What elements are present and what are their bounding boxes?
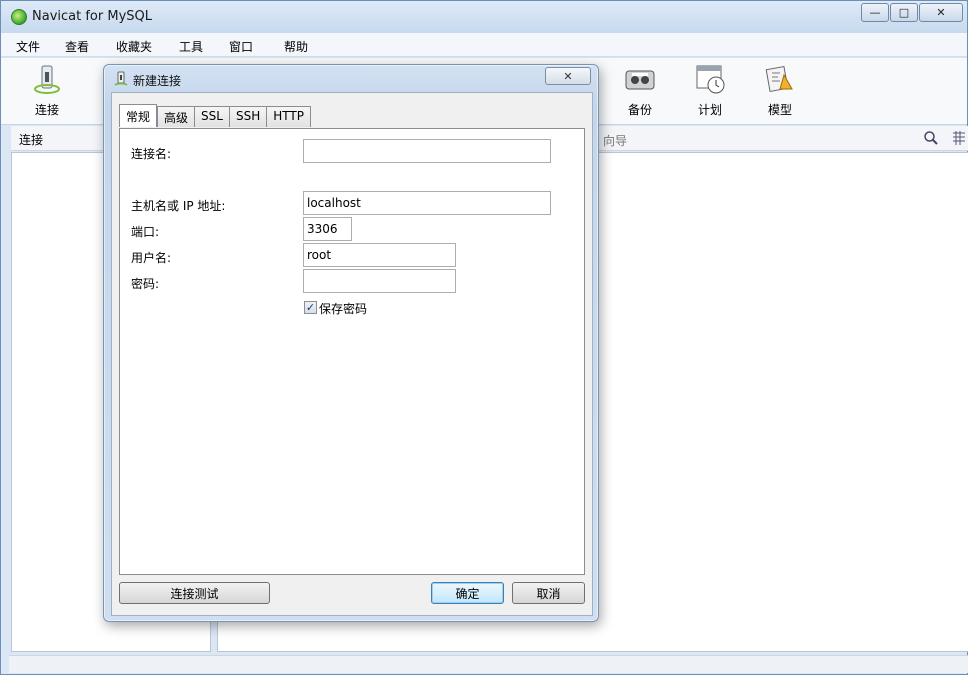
model-tool-label: 模型 xyxy=(767,103,792,117)
checkmark-icon: ✓ xyxy=(305,301,316,314)
menu-favorites[interactable]: 收藏夹 xyxy=(116,38,152,55)
password-label: 密码: xyxy=(131,277,160,291)
new-connection-dialog: 新建连接 ✕ 常规 高级 SSL SSH HTTP 连接名: 主机名或 IP 地… xyxy=(103,64,599,622)
save-password-label: 保存密码 xyxy=(319,302,368,316)
menu-tools[interactable]: 工具 xyxy=(179,38,203,55)
title-bar: Navicat for MySQL — □ ✕ xyxy=(1,1,967,33)
host-input[interactable] xyxy=(303,191,551,215)
connection-name-input[interactable] xyxy=(303,139,551,163)
tab-advanced[interactable]: 高级 xyxy=(157,106,195,127)
menu-help[interactable]: 帮助 xyxy=(284,38,308,55)
connect-tool-button[interactable]: 连接 xyxy=(22,63,72,118)
tab-general[interactable]: 常规 xyxy=(119,104,158,127)
window-title: Navicat for MySQL xyxy=(32,9,152,24)
connections-header-label: 连接 xyxy=(19,133,44,147)
schedule-tool-label: 计划 xyxy=(697,103,722,117)
tab-http[interactable]: HTTP xyxy=(266,106,311,127)
ok-button[interactable]: 确定 xyxy=(431,582,504,604)
schedule-tool-button[interactable]: 计划 xyxy=(685,63,735,118)
port-label: 端口: xyxy=(131,225,160,239)
connection-icon xyxy=(113,71,129,87)
connection-name-label: 连接名: xyxy=(131,147,172,161)
tape-backup-icon xyxy=(624,63,656,95)
host-label: 主机名或 IP 地址: xyxy=(131,199,226,213)
password-input[interactable] xyxy=(303,269,456,293)
close-icon: ✕ xyxy=(563,69,573,83)
tab-ssl[interactable]: SSL xyxy=(194,106,229,127)
dialog-body: 常规 高级 SSL SSH HTTP 连接名: 主机名或 IP 地址: 端口: … xyxy=(111,92,593,616)
dialog-close-button[interactable]: ✕ xyxy=(545,67,591,85)
general-tab-panel: 连接名: 主机名或 IP 地址: 端口: 用户名: 密码: ✓ 保存密码 xyxy=(119,128,585,575)
backup-tool-label: 备份 xyxy=(627,103,652,117)
model-tool-button[interactable]: 模型 xyxy=(755,63,805,118)
test-connection-button[interactable]: 连接测试 xyxy=(119,582,270,604)
username-label: 用户名: xyxy=(131,251,172,265)
calendar-clock-icon xyxy=(694,63,726,95)
tab-strip: 常规 高级 SSL SSH HTTP xyxy=(119,104,311,127)
minimize-button[interactable]: — xyxy=(861,3,889,22)
plug-icon xyxy=(31,63,63,95)
menu-view[interactable]: 查看 xyxy=(65,38,89,55)
connect-tool-label: 连接 xyxy=(34,103,59,117)
maximize-icon: □ xyxy=(898,6,910,19)
close-icon: ✕ xyxy=(936,6,946,19)
menu-file[interactable]: 文件 xyxy=(16,38,40,55)
dialog-title: 新建连接 xyxy=(133,74,182,88)
username-input[interactable] xyxy=(303,243,456,267)
save-password-checkbox[interactable]: ✓ xyxy=(304,301,317,314)
model-diagram-icon xyxy=(764,63,796,95)
menu-window[interactable]: 窗口 xyxy=(229,38,253,55)
search-icon[interactable] xyxy=(923,130,939,149)
close-button[interactable]: ✕ xyxy=(919,3,963,22)
cancel-button[interactable]: 取消 xyxy=(512,582,585,604)
minimize-icon: — xyxy=(869,6,881,19)
maximize-button[interactable]: □ xyxy=(890,3,918,22)
port-input[interactable] xyxy=(303,217,352,241)
navicat-logo-icon xyxy=(11,9,27,25)
tab-ssh[interactable]: SSH xyxy=(228,106,267,127)
grid-view-icon[interactable] xyxy=(951,130,967,149)
menu-bar: 文件 查看 收藏夹 工具 窗口 帮助 xyxy=(1,33,967,57)
backup-tool-button[interactable]: 备份 xyxy=(615,63,665,118)
status-bar xyxy=(9,655,968,673)
wizard-hint: 向导 xyxy=(603,134,628,148)
